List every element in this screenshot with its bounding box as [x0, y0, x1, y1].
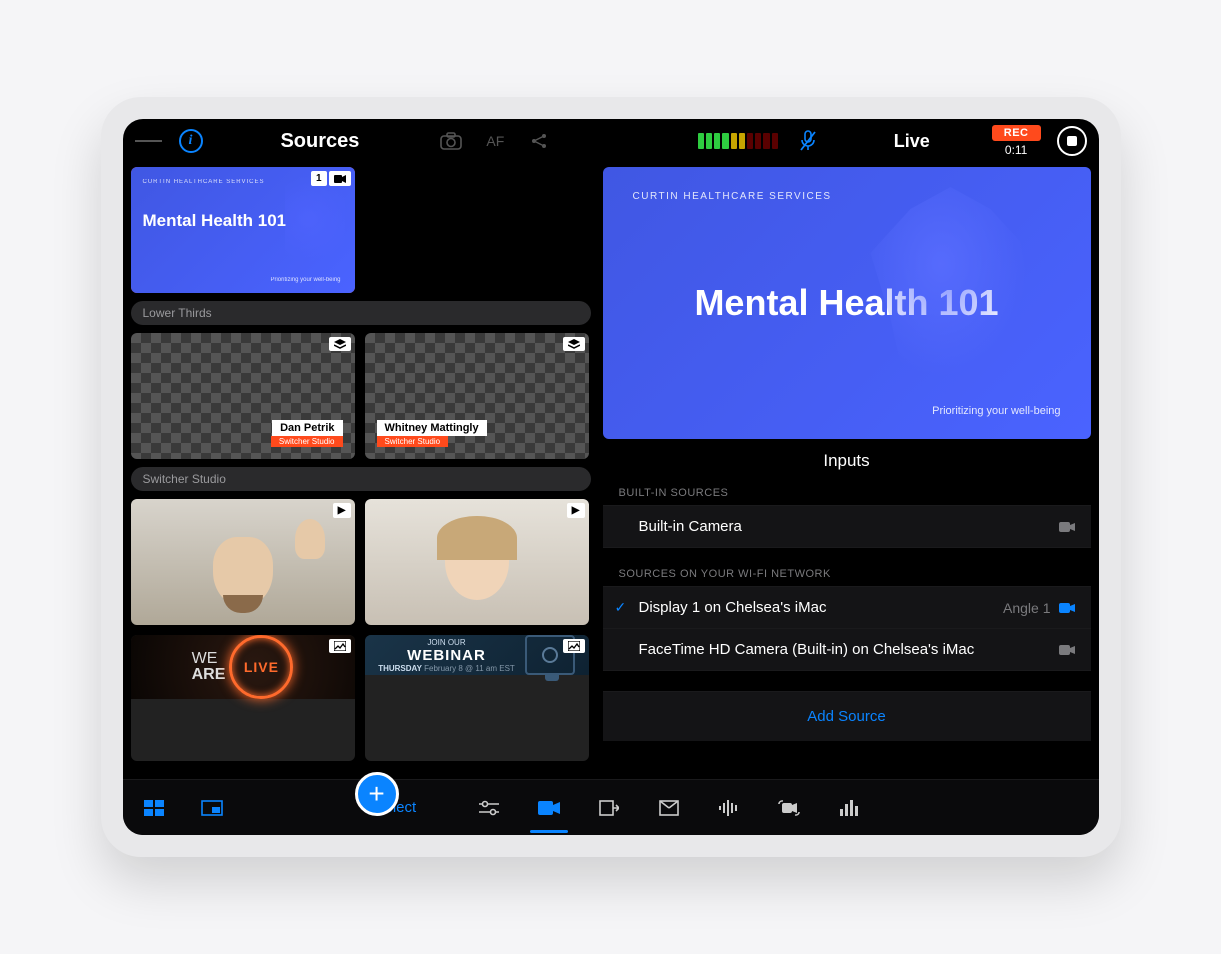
video-source-card[interactable]: ▶ [131, 499, 355, 625]
builtin-section-label: BUILT-IN SOURCES [603, 481, 1091, 505]
layers-icon [563, 337, 585, 351]
webinar-text: WEBINAR [378, 647, 515, 664]
add-source-button[interactable]: Add Source [603, 691, 1091, 741]
inputs-list: BUILT-IN SOURCES Built-in Camera SOURCES… [603, 481, 1091, 779]
source-card-slide[interactable]: CURTIN HEALTHCARE SERVICES Mental Health… [131, 167, 355, 293]
lower-third-sub: Switcher Studio [377, 436, 449, 447]
play-icon: ▶ [333, 503, 351, 518]
audio-icon[interactable] [714, 793, 744, 823]
camera-icon [1059, 603, 1075, 613]
camera-icon [1059, 645, 1075, 655]
ipad-frame: i Sources AF Live REC 0:11 [101, 97, 1121, 857]
check-icon: ✓ [615, 599, 627, 616]
top-bar: i Sources AF Live REC 0:11 [123, 119, 1099, 163]
lower-third-sub: Switcher Studio [271, 436, 343, 447]
day-text: THURSDAY [378, 664, 422, 673]
output-icon[interactable] [594, 793, 624, 823]
video-tab-icon[interactable] [534, 793, 564, 823]
input-name: FaceTime HD Camera (Built-in) on Chelsea… [639, 641, 975, 658]
graphic-source-card[interactable]: JOIN OUR WEBINAR THURSDAY February 8 @ 1… [365, 635, 589, 761]
graphic-source-card[interactable]: WEARE LIVE [131, 635, 355, 761]
preview-brand: CURTIN HEALTHCARE SERVICES [633, 191, 1061, 202]
sources-title: Sources [280, 130, 359, 153]
slide-sub-small: Prioritizing your well-being [270, 277, 340, 283]
rec-badge: REC [992, 125, 1041, 141]
lower-third-name: Dan Petrik [272, 420, 342, 436]
bottom-bar: + Select [123, 779, 1099, 835]
stop-button[interactable] [1057, 126, 1087, 156]
stats-icon[interactable] [834, 793, 864, 823]
sources-panel: CURTIN HEALTHCARE SERVICES Mental Health… [123, 163, 603, 779]
camera-icon [1059, 522, 1075, 532]
rec-time: 0:11 [1005, 143, 1027, 157]
switch-camera-icon[interactable] [774, 793, 804, 823]
are-text: ARE [192, 667, 226, 683]
time-text: February 8 @ 11 am EST [424, 664, 515, 673]
crop-icon[interactable] [654, 793, 684, 823]
preview-title: Mental Health 101 [633, 282, 1061, 324]
live-label: Live [894, 131, 930, 152]
inputs-title: Inputs [603, 439, 1091, 481]
record-indicator: REC 0:11 [992, 125, 1041, 157]
menu-icon[interactable] [135, 127, 163, 155]
grid-icon[interactable] [139, 793, 169, 823]
input-name: Built-in Camera [639, 518, 742, 535]
play-icon: ▶ [567, 503, 585, 518]
section-switcher-studio[interactable]: Switcher Studio [131, 467, 591, 491]
source-number-badge: 1 [311, 171, 327, 186]
sliders-icon[interactable] [474, 793, 504, 823]
video-source-card[interactable]: ▶ [365, 499, 589, 625]
input-row-facetime[interactable]: FaceTime HD Camera (Built-in) on Chelsea… [603, 629, 1091, 671]
app-screen: i Sources AF Live REC 0:11 [123, 119, 1099, 835]
lower-third-card[interactable]: Dan Petrik Switcher Studio [131, 333, 355, 459]
live-preview: CURTIN HEALTHCARE SERVICES Mental Health… [603, 167, 1091, 439]
join-text: JOIN OUR [378, 638, 515, 647]
video-icon [329, 171, 351, 186]
input-row-display1[interactable]: ✓ Display 1 on Chelsea's iMac Angle 1 [603, 586, 1091, 629]
lower-third-card[interactable]: Whitney Mattingly Switcher Studio [365, 333, 589, 459]
input-name: Display 1 on Chelsea's iMac [639, 599, 827, 616]
we-text: WE [192, 650, 218, 667]
mic-muted-icon[interactable] [794, 127, 822, 155]
wifi-section-label: SOURCES ON YOUR WI-FI NETWORK [603, 562, 1091, 586]
layers-icon [329, 337, 351, 351]
image-icon [329, 639, 351, 653]
share-icon[interactable] [525, 127, 553, 155]
image-icon [563, 639, 585, 653]
add-button[interactable]: + [355, 772, 399, 816]
slide-title-small: Mental Health 101 [143, 211, 343, 231]
section-lower-thirds[interactable]: Lower Thirds [131, 301, 591, 325]
input-row-builtin-camera[interactable]: Built-in Camera [603, 505, 1091, 548]
camera-icon[interactable] [437, 127, 465, 155]
autofocus-button[interactable]: AF [481, 127, 509, 155]
audio-meter [698, 133, 778, 149]
info-icon[interactable]: i [179, 129, 203, 153]
live-neon-text: LIVE [229, 635, 293, 699]
input-angle: Angle 1 [1003, 600, 1058, 616]
main-area: CURTIN HEALTHCARE SERVICES Mental Health… [123, 163, 1099, 779]
layout-icon[interactable] [197, 793, 227, 823]
live-panel: CURTIN HEALTHCARE SERVICES Mental Health… [603, 163, 1099, 779]
lower-third-name: Whitney Mattingly [377, 420, 487, 436]
preview-subtitle: Prioritizing your well-being [932, 405, 1060, 417]
